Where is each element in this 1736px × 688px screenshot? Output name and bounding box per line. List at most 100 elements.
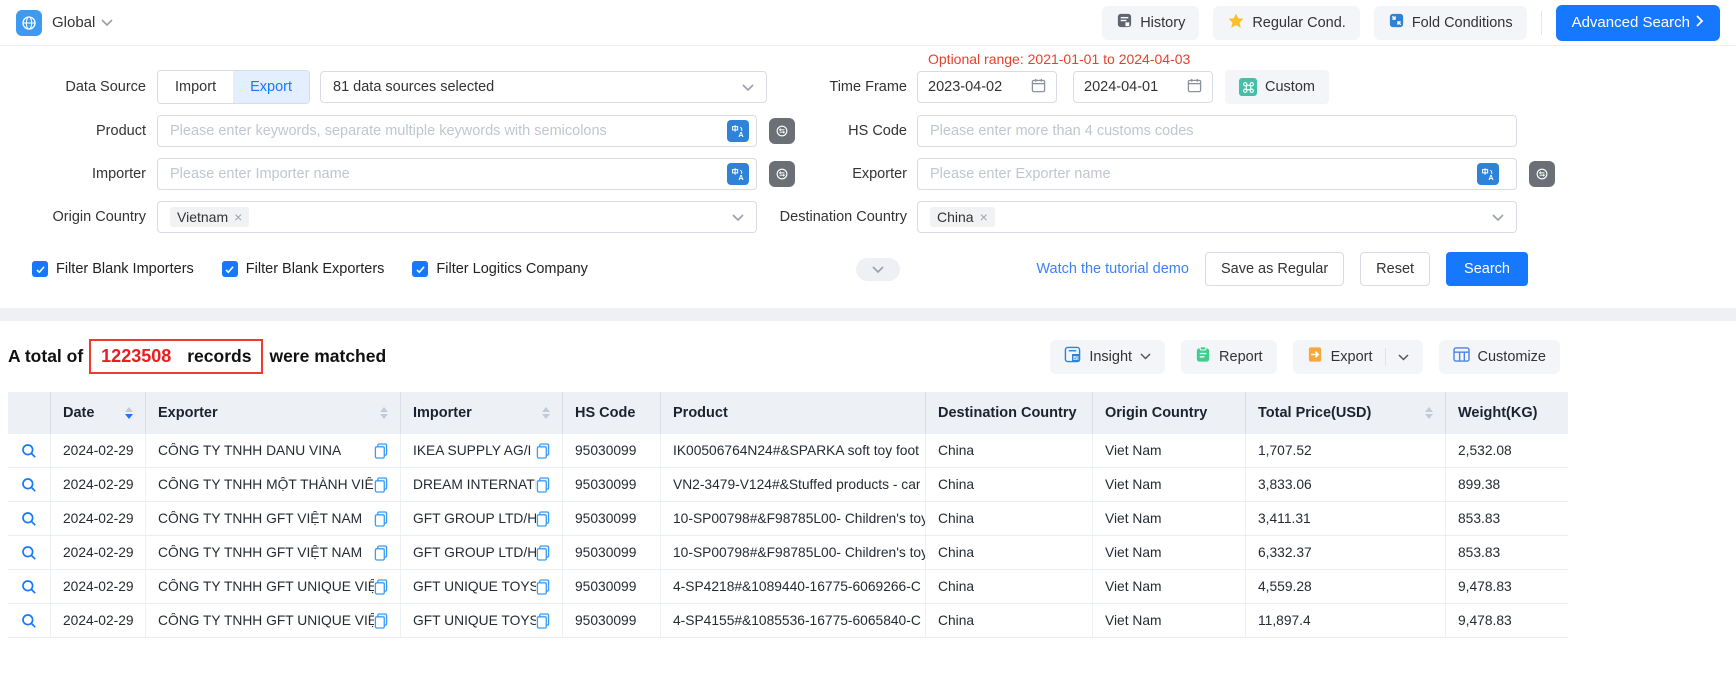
- row-detail-button[interactable]: [8, 570, 50, 603]
- copy-icon[interactable]: [374, 511, 388, 527]
- remove-tag-icon[interactable]: ×: [234, 209, 242, 225]
- chevron-down-icon[interactable]: [101, 19, 113, 26]
- cell-hs-code: 95030099: [562, 468, 660, 501]
- data-sources-select[interactable]: 81 data sources selected: [320, 71, 767, 103]
- sort-icon[interactable]: [380, 407, 388, 419]
- customize-button[interactable]: Customize: [1439, 340, 1561, 374]
- row-detail-button[interactable]: [8, 502, 50, 535]
- header-hs-code[interactable]: HS Code: [562, 392, 660, 434]
- cell-total-price: 1,707.52: [1245, 434, 1445, 467]
- end-date-picker[interactable]: 2024-04-01: [1073, 71, 1213, 103]
- product-input[interactable]: [157, 115, 757, 147]
- copy-icon[interactable]: [536, 443, 550, 459]
- copy-icon[interactable]: [374, 545, 388, 561]
- history-icon: [1116, 12, 1133, 33]
- cell-total-price: 4,559.28: [1245, 570, 1445, 603]
- header-total-price[interactable]: Total Price(USD): [1245, 392, 1445, 434]
- header-detail-col: [8, 392, 50, 434]
- history-button[interactable]: History: [1102, 6, 1199, 40]
- save-as-regular-button[interactable]: Save as Regular: [1205, 252, 1344, 286]
- importer-input[interactable]: [157, 158, 757, 190]
- cell-date: 2024-02-29: [50, 570, 145, 603]
- cell-total-price: 6,332.37: [1245, 536, 1445, 569]
- import-toggle-button[interactable]: Import: [158, 71, 233, 103]
- copy-icon[interactable]: [374, 613, 388, 629]
- filter-label: Filter Blank Importers: [56, 261, 194, 277]
- translate-icon[interactable]: A: [727, 163, 749, 185]
- copy-icon[interactable]: [374, 579, 388, 595]
- translate-icon[interactable]: A: [1477, 163, 1499, 185]
- copy-icon[interactable]: [536, 477, 550, 493]
- results-table: Date Exporter Importer HS Code Product D…: [8, 392, 1568, 638]
- cell-product: 4-SP4218#&1089440-16775-6069266-C: [660, 570, 925, 603]
- svg-text:BI: BI: [1073, 356, 1079, 362]
- table-row: 2024-02-29 CÔNG TY TNHH DANU VINA IKEA S…: [8, 434, 1568, 468]
- export-icon: [1307, 346, 1323, 367]
- translate-icon[interactable]: A: [727, 120, 749, 142]
- collapse-form-button[interactable]: [856, 258, 900, 281]
- cell-exporter: CÔNG TY TNHH GFT UNIQUE VIỆT: [145, 604, 400, 637]
- row-detail-button[interactable]: [8, 434, 50, 467]
- search-button[interactable]: Search: [1446, 252, 1528, 286]
- regular-cond-button[interactable]: Regular Cond.: [1213, 6, 1360, 40]
- header-origin-country[interactable]: Origin Country: [1092, 392, 1245, 434]
- copy-icon[interactable]: [536, 545, 550, 561]
- filter-blank-importers-checkbox[interactable]: Filter Blank Importers: [32, 261, 194, 277]
- fold-conditions-button[interactable]: Fold Conditions: [1374, 6, 1527, 40]
- fuzzy-match-icon[interactable]: [1529, 161, 1555, 187]
- header-destination-country[interactable]: Destination Country: [925, 392, 1092, 434]
- sort-icon[interactable]: [125, 407, 133, 419]
- cell-date: 2024-02-29: [50, 434, 145, 467]
- record-count-highlight-box: 1223508 records: [89, 339, 263, 374]
- cell-date: 2024-02-29: [50, 502, 145, 535]
- insight-button[interactable]: BI Insight: [1050, 340, 1165, 374]
- chevron-down-icon[interactable]: [1398, 349, 1409, 365]
- advanced-search-button[interactable]: Advanced Search: [1556, 5, 1720, 41]
- row-detail-button[interactable]: [8, 604, 50, 637]
- destination-country-select[interactable]: China ×: [917, 201, 1517, 233]
- regular-cond-label: Regular Cond.: [1252, 15, 1346, 31]
- exporter-input[interactable]: [917, 158, 1517, 190]
- header-date[interactable]: Date: [50, 392, 145, 434]
- cell-exporter: CÔNG TY TNHH GFT VIỆT NAM: [145, 536, 400, 569]
- origin-country-tag-label: Vietnam: [177, 209, 228, 225]
- start-date-picker[interactable]: 2023-04-02: [917, 71, 1057, 103]
- remove-tag-icon[interactable]: ×: [980, 209, 988, 225]
- sort-icon[interactable]: [542, 407, 550, 419]
- reset-button[interactable]: Reset: [1360, 252, 1430, 286]
- custom-range-button[interactable]: Custom: [1225, 70, 1329, 104]
- header-product[interactable]: Product: [660, 392, 925, 434]
- header-weight[interactable]: Weight(KG): [1445, 392, 1568, 434]
- hs-code-input[interactable]: [917, 115, 1517, 147]
- cell-weight: 9,478.83: [1445, 570, 1568, 603]
- export-button[interactable]: Export: [1293, 340, 1423, 374]
- cell-importer: GFT GROUP LTD/H: [400, 502, 562, 535]
- report-button[interactable]: Report: [1181, 340, 1277, 374]
- section-divider: [0, 308, 1736, 321]
- sort-icon[interactable]: [1425, 407, 1433, 419]
- cell-hs-code: 95030099: [562, 604, 660, 637]
- copy-icon[interactable]: [536, 613, 550, 629]
- cell-destination-country: China: [925, 604, 1092, 637]
- copy-icon[interactable]: [536, 579, 550, 595]
- copy-icon[interactable]: [374, 443, 388, 459]
- cell-hs-code: 95030099: [562, 570, 660, 603]
- filter-logitics-company-checkbox[interactable]: Filter Logitics Company: [412, 261, 588, 277]
- copy-icon[interactable]: [536, 511, 550, 527]
- table-row: 2024-02-29 CÔNG TY TNHH MỘT THÀNH VIÊN D…: [8, 468, 1568, 502]
- fuzzy-match-icon[interactable]: [769, 118, 795, 144]
- tutorial-demo-link[interactable]: Watch the tutorial demo: [1036, 261, 1189, 277]
- export-toggle-button[interactable]: Export: [233, 71, 309, 103]
- fuzzy-match-icon[interactable]: [769, 161, 795, 187]
- search-form: Optional range: 2021-01-01 to 2024-04-03…: [0, 46, 1572, 286]
- table-row: 2024-02-29 CÔNG TY TNHH GFT VIỆT NAM GFT…: [8, 502, 1568, 536]
- header-exporter[interactable]: Exporter: [145, 392, 400, 434]
- filter-blank-exporters-checkbox[interactable]: Filter Blank Exporters: [222, 261, 385, 277]
- row-detail-button[interactable]: [8, 536, 50, 569]
- copy-icon[interactable]: [374, 477, 388, 493]
- record-count: 1223508: [101, 346, 171, 367]
- header-importer[interactable]: Importer: [400, 392, 562, 434]
- row-detail-button[interactable]: [8, 468, 50, 501]
- region-selector-label[interactable]: Global: [52, 14, 95, 31]
- origin-country-select[interactable]: Vietnam ×: [157, 201, 757, 233]
